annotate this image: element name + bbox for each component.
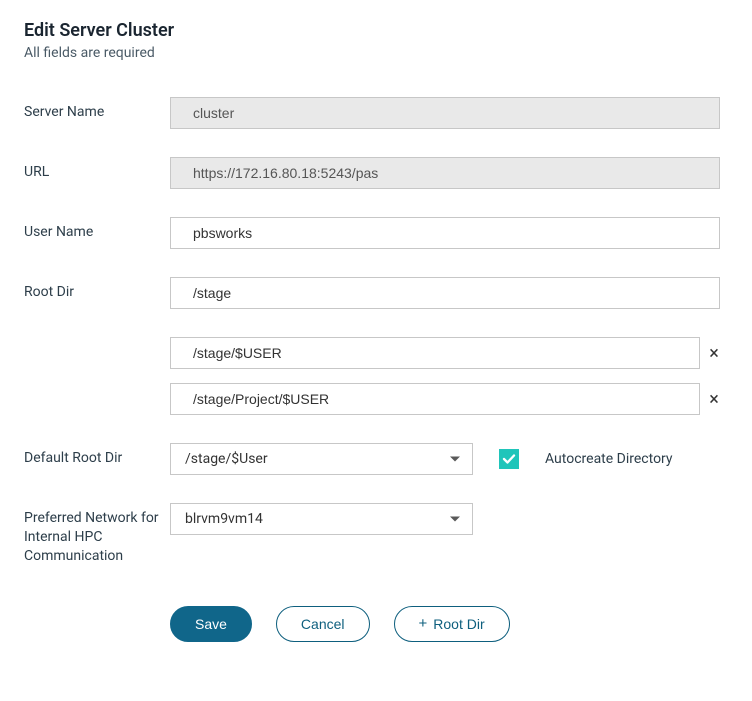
autocreate-checkbox[interactable]: [499, 449, 519, 469]
server-name-field[interactable]: [170, 97, 720, 129]
preferred-network-label: Preferred Network for Internal HPC Commu…: [24, 503, 170, 566]
extra-root-dir-field[interactable]: [170, 383, 700, 415]
cancel-button[interactable]: Cancel: [276, 606, 370, 642]
add-root-dir-label: Root Dir: [433, 616, 484, 632]
page-subtitle: All fields are required: [24, 45, 728, 61]
root-dir-label: Root Dir: [24, 277, 170, 302]
default-root-dir-value: /stage/$User: [185, 451, 268, 467]
preferred-network-select[interactable]: blrvm9vm14: [170, 503, 473, 535]
save-button[interactable]: Save: [170, 606, 252, 642]
url-label: URL: [24, 157, 170, 182]
extra-root-dir-field[interactable]: [170, 337, 700, 369]
autocreate-label: Autocreate Directory: [545, 451, 673, 467]
server-name-label: Server Name: [24, 97, 170, 122]
url-field[interactable]: [170, 157, 720, 189]
close-icon[interactable]: ×: [700, 389, 728, 410]
chevron-down-icon: [450, 517, 460, 522]
close-icon[interactable]: ×: [700, 343, 728, 364]
chevron-down-icon: [450, 457, 460, 462]
default-root-dir-label: Default Root Dir: [24, 443, 170, 468]
check-icon: [502, 452, 516, 466]
plus-icon: +: [419, 615, 428, 632]
preferred-network-value: blrvm9vm14: [185, 511, 263, 527]
user-name-label: User Name: [24, 217, 170, 242]
user-name-field[interactable]: [170, 217, 720, 249]
default-root-dir-select[interactable]: /stage/$User: [170, 443, 473, 475]
root-dir-field[interactable]: [170, 277, 720, 309]
page-title: Edit Server Cluster: [24, 20, 728, 41]
add-root-dir-button[interactable]: + Root Dir: [394, 606, 510, 642]
